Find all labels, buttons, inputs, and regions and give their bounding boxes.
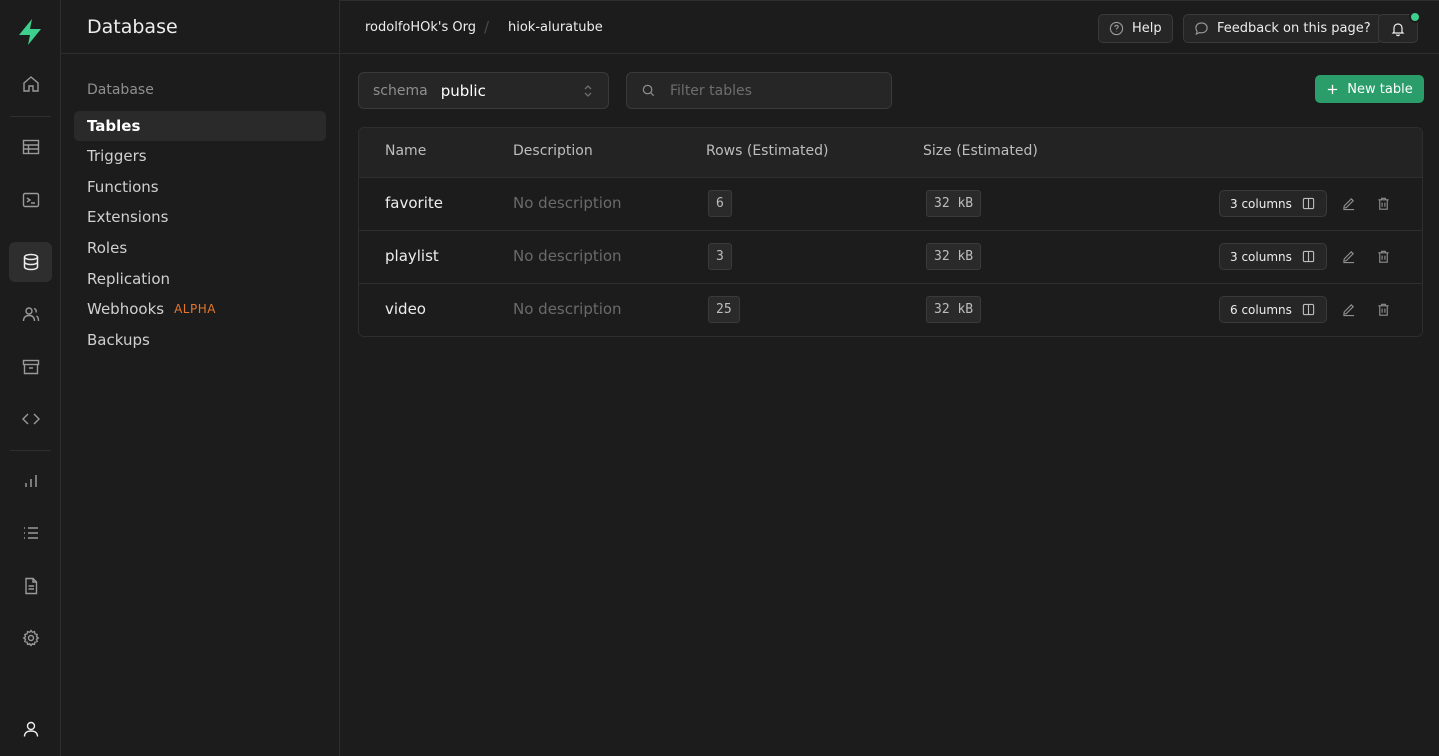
columns-icon [1302,197,1315,210]
columns-icon [1302,250,1315,263]
new-table-button[interactable]: New table [1315,75,1424,103]
header-rows: Rows (Estimated) [706,143,829,159]
row-count: 6 [708,190,732,217]
table-description: No description [513,247,622,265]
top-bar: rodolfoHOk's Org / hiok-aluratube Help F… [340,0,1439,54]
header-description: Description [513,143,593,159]
feedback-button[interactable]: Feedback on this page? [1183,14,1382,43]
search-icon [642,84,655,97]
help-icon [1109,21,1124,36]
edge-functions-icon[interactable] [9,399,52,439]
breadcrumb-project[interactable]: hiok-aluratube [508,20,603,35]
sidebar-item-backups[interactable]: Backups [74,325,326,355]
sidebar-title: Database [61,0,339,54]
edit-icon[interactable] [1338,246,1358,266]
api-docs-icon[interactable] [9,566,52,606]
logs-icon[interactable] [9,513,52,553]
reports-icon[interactable] [9,461,52,501]
chevron-up-down-icon [584,85,592,97]
database-sidebar: Database Database Tables Triggers Functi… [61,0,340,756]
table-name[interactable]: favorite [385,194,443,212]
table-row: playlist No description 3 32 kB 3 column… [359,231,1422,284]
schema-selector[interactable]: schema public [358,72,609,109]
table-row: favorite No description 6 32 kB 3 column… [359,178,1422,231]
table-description: No description [513,194,622,212]
columns-icon [1302,303,1315,316]
home-icon[interactable] [9,64,52,104]
supabase-logo[interactable] [14,16,46,48]
table-row: video No description 25 32 kB 6 columns [359,284,1422,336]
bell-icon [1391,22,1405,36]
filter-tables-field [626,72,892,109]
chat-bubble-icon [1195,22,1208,36]
table-editor-icon[interactable] [9,127,52,167]
settings-icon[interactable] [9,618,52,658]
breadcrumb-org[interactable]: rodolfoHOk's Org [365,20,476,35]
table-size: 32 kB [926,190,982,217]
alpha-badge: ALPHA [174,302,216,316]
table-name[interactable]: video [385,300,426,318]
sidebar-item-webhooks[interactable]: Webhooks ALPHA [74,294,326,324]
table-size: 32 kB [926,243,982,270]
view-columns-button[interactable]: 3 columns [1219,190,1327,217]
view-columns-button[interactable]: 3 columns [1219,243,1327,270]
sidebar-item-extensions[interactable]: Extensions [74,202,326,232]
trash-icon[interactable] [1373,246,1393,266]
sql-editor-icon[interactable] [9,180,52,220]
account-icon[interactable] [9,709,52,749]
table-name[interactable]: playlist [385,247,439,265]
table-description: No description [513,300,622,318]
trash-icon[interactable] [1373,299,1393,319]
schema-value: public [440,81,486,100]
sidebar-item-tables[interactable]: Tables [74,111,326,141]
sidebar-group-label: Database [87,82,154,98]
table-size: 32 kB [926,296,982,323]
plus-icon [1328,84,1338,94]
database-icon[interactable] [9,242,52,282]
sidebar-item-replication[interactable]: Replication [74,264,326,294]
tables-list: Name Description Rows (Estimated) Size (… [358,127,1423,337]
edit-icon[interactable] [1338,193,1358,213]
sidebar-item-roles[interactable]: Roles [74,233,326,263]
view-columns-button[interactable]: 6 columns [1219,296,1327,323]
trash-icon[interactable] [1373,193,1393,213]
header-size: Size (Estimated) [923,143,1038,159]
breadcrumb-separator: / [484,18,490,36]
storage-icon[interactable] [9,347,52,387]
sidebar-item-functions[interactable]: Functions [74,172,326,202]
sidebar-item-triggers[interactable]: Triggers [74,141,326,171]
filter-tables-input[interactable] [670,82,870,99]
notification-dot [1409,11,1421,23]
row-count: 3 [708,243,732,270]
icon-rail [0,0,61,756]
table-header: Name Description Rows (Estimated) Size (… [359,128,1422,178]
edit-icon[interactable] [1338,299,1358,319]
row-count: 25 [708,296,740,323]
header-name: Name [385,143,427,159]
auth-icon[interactable] [9,294,52,334]
help-button[interactable]: Help [1098,14,1173,43]
schema-label: schema [373,82,428,99]
